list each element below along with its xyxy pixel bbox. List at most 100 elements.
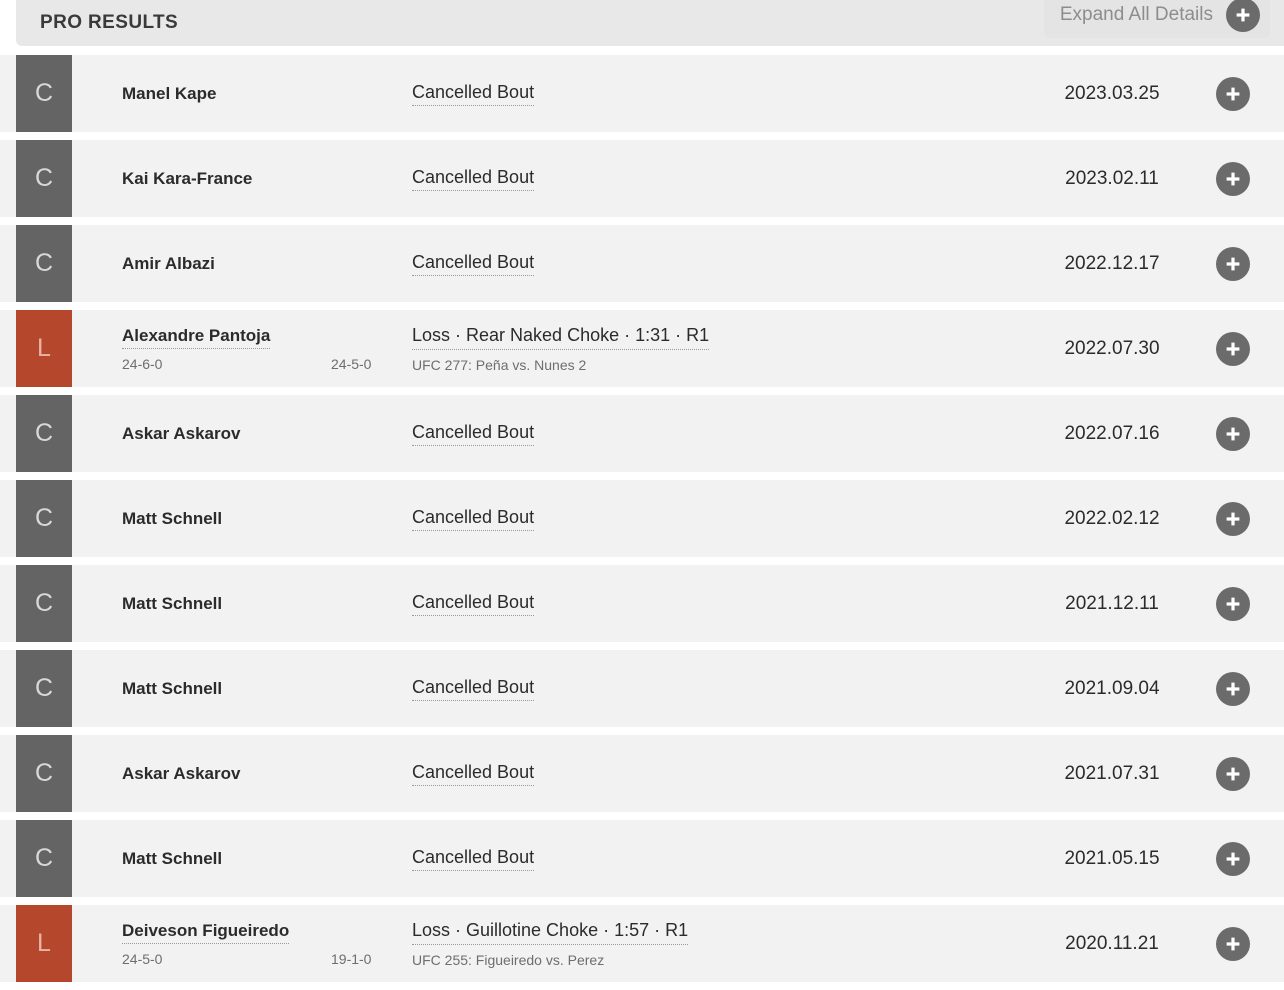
opponent-cell: Manel Kape <box>72 55 412 132</box>
result-badge: L <box>16 905 72 982</box>
opponent-cell: Alexandre Pantoja 24-6-0 24-5-0 <box>72 310 412 387</box>
result-badge: C <box>16 820 72 897</box>
pro-results-page: PRO RESULTS Expand All Details C Manel Ka… <box>0 0 1284 990</box>
expand-row-cell <box>1212 905 1284 982</box>
table-row[interactable]: L Deiveson Figueiredo 24-5-0 19-1-0 Loss · G… <box>0 905 1284 990</box>
event-date: 2023.02.11 <box>1065 167 1159 189</box>
expand-row-cell <box>1212 480 1284 557</box>
opponent-cell: Matt Schnell <box>72 650 412 727</box>
expand-row-cell <box>1212 820 1284 897</box>
expand-all-details-button[interactable]: Expand All Details <box>1043 0 1270 38</box>
outcome-summary[interactable]: Loss · Guillotine Choke · 1:57 · R1 <box>412 919 689 945</box>
outcome-summary[interactable]: Cancelled Bout <box>412 421 535 447</box>
outcome-cell: Loss · Guillotine Choke · 1:57 · R1 UFC 2… <box>412 905 1012 982</box>
plus-icon[interactable] <box>1216 246 1250 281</box>
result-badge: L <box>16 310 72 387</box>
expand-all-details-label: Expand All Details <box>1059 4 1213 25</box>
outcome-summary[interactable]: Cancelled Bout <box>412 761 535 787</box>
table-row[interactable]: C Askar Askarov Cancelled Bout 2022.07.16 <box>0 395 1284 480</box>
record-opponent: 19-1-0 <box>331 951 372 968</box>
expand-row-cell <box>1212 225 1284 302</box>
outcome-cell: Loss · Rear Naked Choke · 1:31 · R1 UFC 2… <box>412 310 1012 387</box>
opponent-cell: Amir Albazi <box>72 225 412 302</box>
event-name: UFC 277: Peña vs. Nunes 2 <box>412 356 587 373</box>
opponent-cell: Matt Schnell <box>72 820 412 897</box>
plus-icon[interactable] <box>1216 501 1250 536</box>
outcome-summary[interactable]: Loss · Rear Naked Choke · 1:31 · R1 <box>412 324 710 350</box>
result-badge: C <box>16 650 72 727</box>
outcome-summary[interactable]: Cancelled Bout <box>412 81 535 107</box>
result-badge: C <box>16 140 72 217</box>
record-opponent: 24-5-0 <box>331 356 372 373</box>
event-date: 2022.07.16 <box>1064 422 1160 444</box>
opponent-name: Askar Askarov <box>122 423 241 443</box>
opponent-name: Manel Kape <box>122 83 217 103</box>
outcome-cell: Cancelled Bout <box>412 140 1012 217</box>
opponent-cell: Askar Askarov <box>72 395 412 472</box>
opponent-cell: Matt Schnell <box>72 565 412 642</box>
record-self: 24-5-0 <box>122 951 163 968</box>
outcome-summary[interactable]: Cancelled Bout <box>412 506 535 532</box>
outcome-summary[interactable]: Cancelled Bout <box>412 251 535 277</box>
event-date: 2021.12.11 <box>1065 592 1159 614</box>
record-line: 24-6-0 24-5-0 <box>122 356 412 372</box>
opponent-name[interactable]: Alexandre Pantoja <box>122 325 271 350</box>
plus-icon[interactable] <box>1216 586 1250 621</box>
plus-icon[interactable] <box>1216 756 1250 791</box>
opponent-name: Matt Schnell <box>122 678 223 698</box>
result-badge: C <box>16 225 72 302</box>
table-row[interactable]: L Alexandre Pantoja 24-6-0 24-5-0 Loss · Rea… <box>0 310 1284 395</box>
outcome-summary[interactable]: Cancelled Bout <box>412 846 535 872</box>
event-name: UFC 255: Figueiredo vs. Perez <box>412 951 605 968</box>
pro-results-list: C Manel Kape Cancelled Bout 2023.03.25 C Kai … <box>0 55 1284 990</box>
outcome-summary[interactable]: Cancelled Bout <box>412 676 535 702</box>
opponent-name: Matt Schnell <box>122 508 223 528</box>
event-date: 2020.11.21 <box>1065 932 1159 954</box>
result-badge: C <box>16 55 72 132</box>
expand-row-cell <box>1212 140 1284 217</box>
table-row[interactable]: C Kai Kara-France Cancelled Bout 2023.02.11 <box>0 140 1284 225</box>
outcome-summary[interactable]: Cancelled Bout <box>412 591 535 617</box>
outcome-cell: Cancelled Bout <box>412 225 1012 302</box>
table-row[interactable]: C Matt Schnell Cancelled Bout 2021.09.04 <box>0 650 1284 735</box>
opponent-cell: Deiveson Figueiredo 24-5-0 19-1-0 <box>72 905 412 982</box>
table-row[interactable]: C Askar Askarov Cancelled Bout 2021.07.31 <box>0 735 1284 820</box>
event-date: 2022.02.12 <box>1064 507 1160 529</box>
expand-row-cell <box>1212 650 1284 727</box>
opponent-name[interactable]: Deiveson Figueiredo <box>122 920 290 945</box>
record-line: 24-5-0 19-1-0 <box>122 951 412 967</box>
plus-icon[interactable] <box>1216 841 1250 876</box>
plus-icon[interactable] <box>1216 416 1250 451</box>
plus-icon[interactable] <box>1216 161 1250 196</box>
event-date: 2022.07.30 <box>1064 337 1160 359</box>
plus-icon[interactable] <box>1216 76 1250 111</box>
plus-icon[interactable] <box>1216 331 1250 366</box>
result-badge: C <box>16 565 72 642</box>
table-row[interactable]: C Matt Schnell Cancelled Bout 2022.02.12 <box>0 480 1284 565</box>
outcome-cell: Cancelled Bout <box>412 480 1012 557</box>
outcome-cell: Cancelled Bout <box>412 820 1012 897</box>
opponent-name: Matt Schnell <box>122 848 223 868</box>
outcome-summary[interactable]: Cancelled Bout <box>412 166 535 192</box>
opponent-name: Matt Schnell <box>122 593 223 613</box>
opponent-cell: Kai Kara-France <box>72 140 412 217</box>
result-badge: C <box>16 395 72 472</box>
table-row[interactable]: C Matt Schnell Cancelled Bout 2021.12.11 <box>0 565 1284 650</box>
outcome-cell: Cancelled Bout <box>412 735 1012 812</box>
outcome-cell: Cancelled Bout <box>412 395 1012 472</box>
table-row[interactable]: C Manel Kape Cancelled Bout 2023.03.25 <box>0 55 1284 140</box>
outcome-cell: Cancelled Bout <box>412 55 1012 132</box>
opponent-cell: Matt Schnell <box>72 480 412 557</box>
event-date: 2022.12.17 <box>1064 252 1160 274</box>
expand-row-cell <box>1212 310 1284 387</box>
opponent-name: Kai Kara-France <box>122 168 253 188</box>
table-row[interactable]: C Amir Albazi Cancelled Bout 2022.12.17 <box>0 225 1284 310</box>
opponent-name: Askar Askarov <box>122 763 241 783</box>
event-date: 2023.03.25 <box>1064 82 1160 104</box>
record-self: 24-6-0 <box>122 356 163 373</box>
table-row[interactable]: C Matt Schnell Cancelled Bout 2021.05.15 <box>0 820 1284 905</box>
plus-icon[interactable] <box>1216 671 1250 706</box>
expand-row-cell <box>1212 395 1284 472</box>
result-badge: C <box>16 480 72 557</box>
plus-icon[interactable] <box>1216 926 1250 961</box>
